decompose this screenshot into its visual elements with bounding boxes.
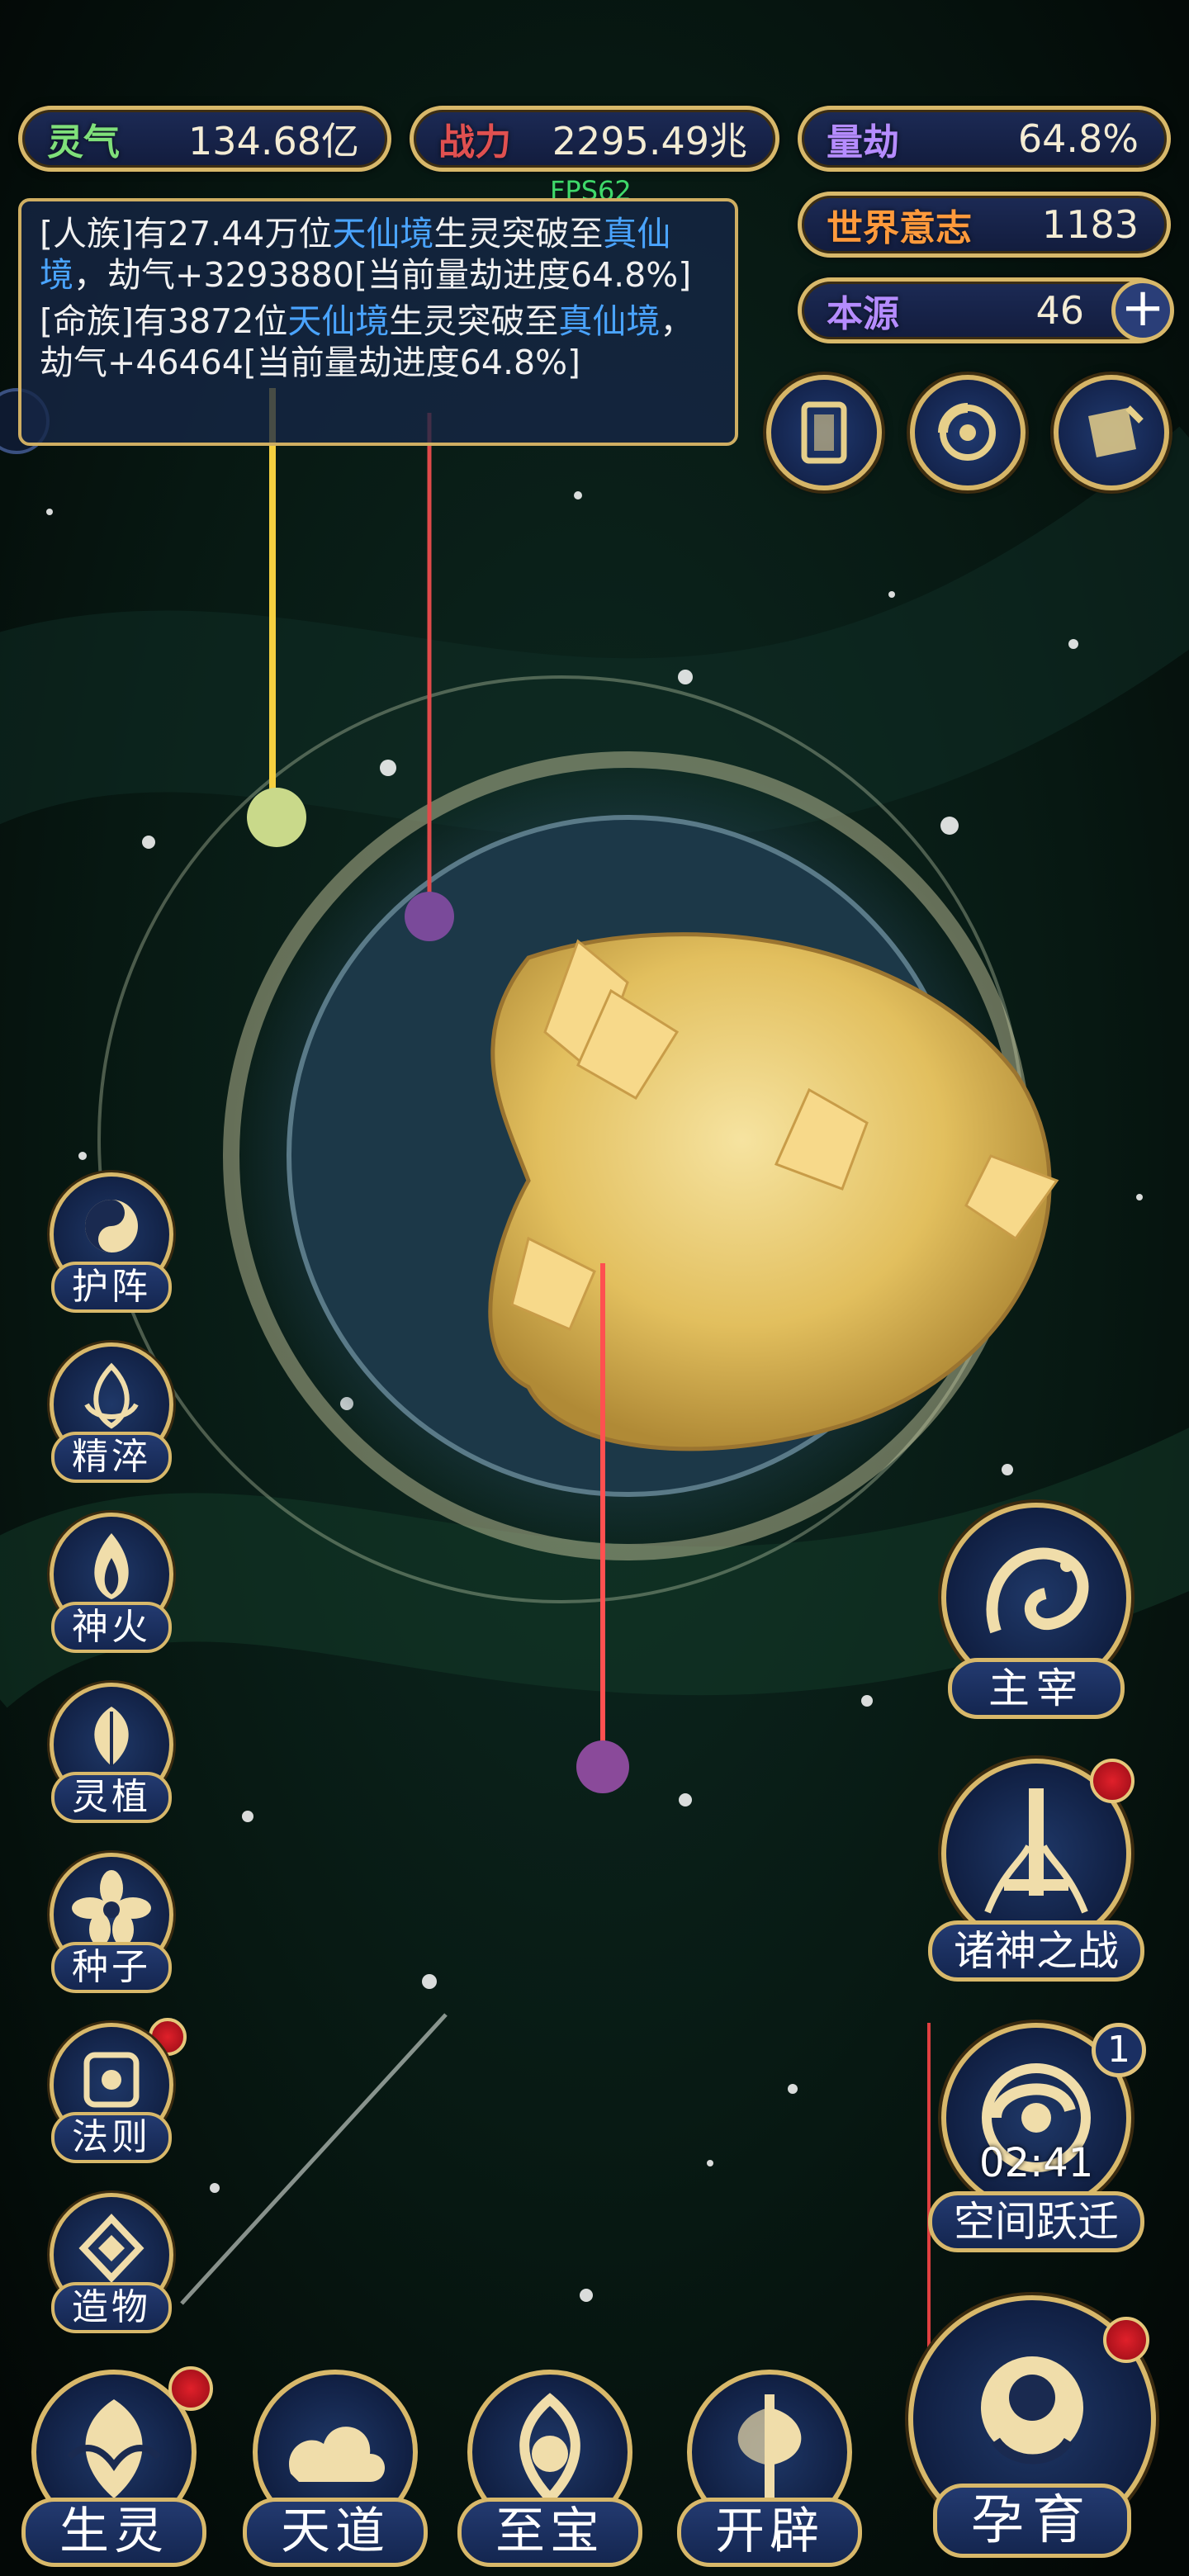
liangjie-label: 量劫 (827, 121, 899, 163)
scroll-button[interactable] (1054, 375, 1169, 490)
vortex-icon (938, 403, 996, 461)
lingqi-label: 灵气 (47, 121, 120, 163)
menu-zao-wu[interactable]: 造物 (41, 2193, 182, 2342)
world-will-value: 1183 (1041, 202, 1139, 247)
zhuzai-label: 主宰 (948, 1658, 1125, 1719)
yunyu-label: 孕育 (933, 2484, 1131, 2558)
countdown-timer: 02:41 (979, 2140, 1094, 2186)
plus-icon: + (1120, 277, 1165, 339)
menu-label: 造物 (51, 2282, 172, 2333)
zhuzai-button[interactable]: 主宰 (925, 1503, 1148, 1734)
log-text: 生灵突破至 (433, 214, 604, 253)
menu-zhong-zi[interactable]: 种子 (41, 1853, 182, 2001)
menu-jing-cui[interactable]: 精淬 (41, 1342, 182, 1491)
menu-label: 神火 (51, 1602, 172, 1653)
menu-label: 护阵 (51, 1262, 172, 1313)
zhanli-stat: 战力 2295.49兆 (410, 106, 779, 172)
log-highlight: 天仙境 (332, 214, 434, 253)
bottom-label: 至宝 (457, 2498, 642, 2567)
bottom-label: 开辟 (677, 2498, 862, 2567)
log-text: ，劫气+3293880[当前量劫进度64.8%] (73, 255, 692, 295)
liangjie-stat[interactable]: 量劫 64.8% (798, 106, 1171, 172)
menu-label: 灵植 (51, 1772, 172, 1823)
add-benyuan-button[interactable]: + (1111, 279, 1174, 342)
menu-shen-huo[interactable]: 神火 (41, 1513, 182, 1661)
notification-dot (1103, 2317, 1149, 2363)
world-will-stat[interactable]: 世界意志 1183 (798, 192, 1171, 258)
bottom-zhi-bao[interactable]: 至宝 (451, 2361, 649, 2576)
log-text: 生灵突破至 (389, 301, 559, 341)
bottom-kai-pi[interactable]: 开辟 (670, 2361, 869, 2576)
card-button[interactable] (766, 375, 882, 490)
log-text: [命族]有3872位 (40, 301, 288, 341)
log-entry: [命族]有3872位天仙境生灵突破至真仙境，劫气+46464[当前量劫进度64.… (40, 301, 717, 383)
log-highlight: 真仙境 (558, 301, 661, 341)
menu-label: 种子 (51, 1942, 172, 1993)
menu-fa-ze[interactable]: 法则 (41, 2023, 182, 2171)
log-highlight: 天仙境 (287, 301, 390, 341)
vortex-button[interactable] (910, 375, 1026, 490)
benyuan-value: 46 (1035, 288, 1084, 333)
bottom-label: 天道 (243, 2498, 428, 2567)
kongjian-label: 空间跃迁 (928, 2191, 1144, 2252)
notification-dot (168, 2366, 213, 2411)
menu-label: 精淬 (51, 1432, 172, 1483)
benyuan-label: 本源 (827, 293, 899, 335)
card-icon (801, 401, 847, 464)
menu-label: 法则 (51, 2112, 172, 2163)
event-log: [人族]有27.44万位天仙境生灵突破至真仙境，劫气+3293880[当前量劫进… (18, 198, 738, 446)
log-entry: [人族]有27.44万位天仙境生灵突破至真仙境，劫气+3293880[当前量劫进… (40, 213, 717, 296)
notification-dot (1090, 1759, 1135, 1803)
zhushen-label: 诸神之战 (928, 1920, 1144, 1982)
log-text: [人族]有27.44万位 (40, 214, 333, 253)
menu-ling-zhi[interactable]: 灵植 (41, 1683, 182, 1831)
menu-hu-zhen[interactable]: 护阵 (41, 1172, 182, 1321)
liangjie-value: 64.8% (1017, 116, 1139, 161)
zhanli-label: 战力 (438, 121, 511, 163)
count-badge: 1 (1092, 2023, 1146, 2077)
zhanli-value: 2295.49兆 (552, 119, 747, 163)
lingqi-value: 134.68亿 (188, 119, 359, 163)
world-will-label: 世界意志 (827, 207, 972, 249)
bottom-tian-dao[interactable]: 天道 (236, 2361, 434, 2576)
bottom-label: 生灵 (21, 2498, 206, 2567)
lingqi-stat: 灵气 134.68亿 (18, 106, 391, 172)
scroll-icon (1088, 405, 1144, 457)
